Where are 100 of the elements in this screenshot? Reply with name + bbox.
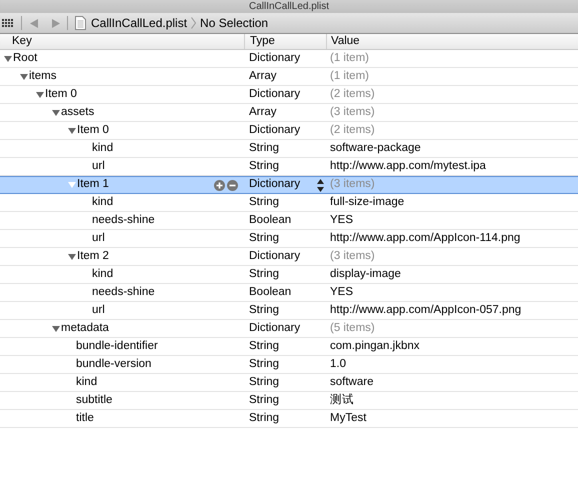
tree-row[interactable]: kind String software — [0, 374, 578, 392]
key-text: bundle-identifier — [76, 338, 158, 354]
add-icon[interactable] — [214, 180, 225, 190]
type-text: String — [249, 356, 280, 372]
key-text: subtitle — [76, 392, 112, 408]
type-text: Boolean — [249, 284, 292, 300]
value-text: 1.0 — [329, 356, 346, 372]
tree-row[interactable]: kind String full-size-image — [0, 194, 578, 212]
key-text: Root — [13, 50, 38, 66]
type-text: Dictionary — [249, 248, 300, 264]
key-text: assets — [61, 104, 94, 120]
tree-row[interactable]: title String MyTest — [0, 410, 578, 428]
stepper-icon[interactable] — [317, 178, 324, 192]
key-text: needs-shine — [92, 212, 155, 228]
value-text: YES — [329, 284, 354, 300]
type-text: String — [249, 302, 280, 318]
disclosure-triangle-down-icon[interactable] — [36, 90, 44, 98]
key-text: items — [29, 68, 56, 84]
value-text: (3 items) — [329, 104, 375, 120]
type-text: String — [249, 338, 280, 354]
key-text: Item 2 — [77, 248, 109, 264]
value-text: (5 items) — [329, 320, 375, 336]
disclosure-triangle-down-icon[interactable] — [68, 126, 76, 134]
value-text: full-size-image — [329, 194, 404, 210]
key-text: kind — [92, 266, 114, 282]
value-text: http://www.app.com/mytest.ipa — [329, 158, 486, 174]
tree-row[interactable]: bundle-version String 1.0 — [0, 356, 578, 374]
disclosure-triangle-down-icon[interactable] — [52, 108, 60, 116]
value-text: YES — [329, 212, 354, 228]
tree-row[interactable]: bundle-identifier String com.pingan.jkbnx — [0, 338, 578, 356]
type-text: Dictionary — [249, 50, 300, 66]
tree-row[interactable]: Root Dictionary (1 item) — [0, 50, 578, 68]
type-text: String — [249, 266, 280, 282]
type-text: String — [249, 140, 280, 156]
value-text: display-image — [329, 266, 401, 282]
tree-row[interactable]: needs-shine Boolean YES — [0, 212, 578, 230]
value-text: (2 items) — [329, 86, 375, 102]
value-text: http://www.app.com/AppIcon-057.png — [329, 302, 522, 318]
tree-row[interactable]: Item 0 Dictionary (2 items) — [0, 86, 578, 104]
tree-row[interactable]: url String http://www.app.com/AppIcon-114.png — [0, 230, 578, 248]
key-text: kind — [92, 194, 114, 210]
key-text: kind — [76, 374, 98, 390]
disclosure-triangle-down-icon[interactable] — [20, 72, 28, 80]
disclosure-triangle-down-icon[interactable] — [4, 54, 12, 62]
value-text: (1 item) — [329, 68, 369, 84]
key-text: Item 0 — [45, 86, 77, 102]
value-text: software — [329, 374, 374, 390]
tree-row[interactable]: subtitle String 测试 — [0, 392, 578, 410]
key-text: needs-shine — [92, 284, 155, 300]
tree-row[interactable]: kind String software-package — [0, 140, 578, 158]
tree-row[interactable]: Item 1 Dictionary (3 items) — [0, 176, 578, 194]
remove-icon[interactable] — [227, 180, 238, 190]
tree-row[interactable]: Item 2 Dictionary (3 items) — [0, 248, 578, 266]
value-text: software-package — [329, 140, 421, 156]
breadcrumb-selection[interactable]: No Selection — [200, 14, 268, 32]
type-text: String — [249, 374, 280, 390]
tree-row[interactable]: assets Array (3 items) — [0, 104, 578, 122]
tree-row[interactable]: items Array (1 item) — [0, 68, 578, 86]
key-text: url — [92, 230, 105, 246]
value-text: (3 items) — [329, 177, 375, 192]
tree-row[interactable]: Item 0 Dictionary (2 items) — [0, 122, 578, 140]
type-text: Array — [249, 68, 276, 84]
type-text: String — [249, 392, 280, 408]
type-text: Dictionary — [249, 86, 300, 102]
breadcrumb-file[interactable]: CallInCallLed.plist — [91, 14, 188, 32]
tree-row[interactable]: kind String display-image — [0, 266, 578, 284]
type-text: String — [249, 194, 280, 210]
type-text: Dictionary — [249, 320, 300, 336]
key-text: bundle-version — [76, 356, 152, 372]
value-text: 测试 — [329, 392, 354, 408]
value-text: com.pingan.jkbnx — [329, 338, 420, 354]
value-text: http://www.app.com/AppIcon-114.png — [329, 230, 520, 246]
value-text: MyTest — [329, 410, 366, 426]
key-text: url — [92, 302, 105, 318]
type-text: String — [249, 230, 280, 246]
column-heading[interactable]: Value — [326, 34, 360, 49]
key-text: Item 0 — [77, 122, 109, 138]
key-text: kind — [92, 140, 114, 156]
tree-row[interactable]: needs-shine Boolean YES — [0, 284, 578, 302]
type-text: Boolean — [249, 212, 292, 228]
column-heading[interactable]: Type — [244, 34, 326, 49]
type-text: Array — [249, 104, 276, 120]
column-heading[interactable]: Key — [0, 34, 244, 49]
tree-row[interactable]: url String http://www.app.com/mytest.ipa — [0, 158, 578, 176]
type-text: Dictionary — [249, 177, 300, 192]
key-text: Item 1 — [77, 177, 109, 192]
value-text: (3 items) — [329, 248, 375, 264]
key-text: url — [92, 158, 105, 174]
document-icon — [75, 16, 86, 30]
disclosure-triangle-down-icon[interactable] — [68, 252, 76, 260]
value-text: (1 item) — [329, 50, 369, 66]
disclosure-triangle-down-icon[interactable] — [52, 324, 60, 332]
key-text: metadata — [61, 320, 109, 336]
type-text: String — [249, 158, 280, 174]
key-text: title — [76, 410, 94, 426]
value-text: (2 items) — [329, 122, 375, 138]
grid-icon[interactable] — [2, 18, 13, 28]
type-text: String — [249, 410, 280, 426]
tree-row[interactable]: url String http://www.app.com/AppIcon-057.png — [0, 302, 578, 320]
tree-row[interactable]: metadata Dictionary (5 items) — [0, 320, 578, 338]
